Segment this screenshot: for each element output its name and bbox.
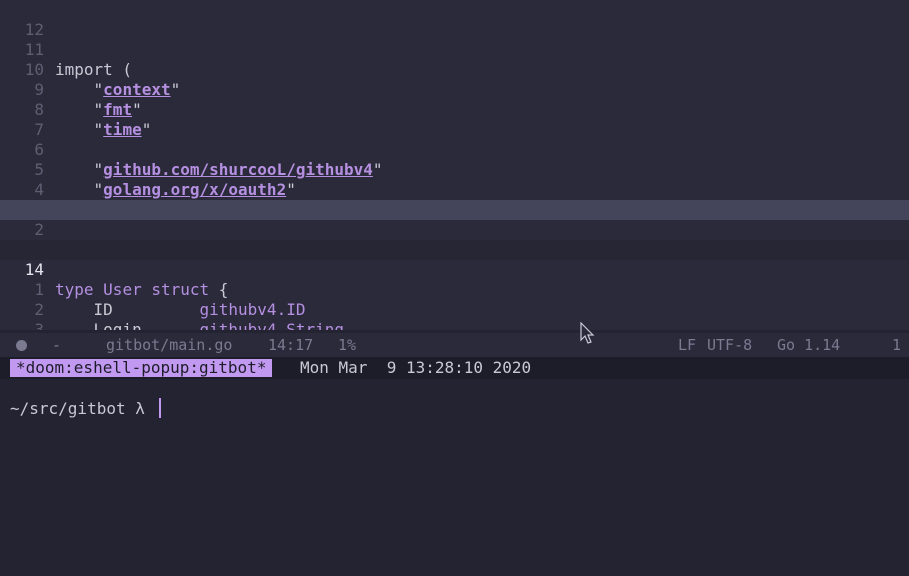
eshell-popup[interactable]: ~/src/gitbot λ xyxy=(0,379,909,576)
cursor-position: 14:17 xyxy=(268,336,314,354)
checker-count: 1 xyxy=(892,336,902,354)
modified-indicator: - xyxy=(52,336,62,354)
code-line: 12 xyxy=(0,0,909,39)
buffer-state-icon xyxy=(16,340,27,351)
buffer-name: *doom:eshell-popup:gitbot* xyxy=(10,359,273,377)
buffer-percent: 1% xyxy=(338,336,357,354)
code-line: 10 "context" xyxy=(0,40,909,99)
code-line: 1 ID githubv4.ID xyxy=(0,260,909,319)
datetime: Mon Mar 9 13:28:10 2020 xyxy=(300,358,532,377)
code-line: 6 "github.com/shurcooL/githubv4" xyxy=(0,120,909,179)
code-editor[interactable]: 12 11 import ( 10 "context" 9 "fmt" 8 "t… xyxy=(0,0,909,330)
eshell-header: *doom:eshell-popup:gitbot* Mon Mar 9 13:… xyxy=(0,357,909,379)
code-line: 11 import ( xyxy=(0,20,909,79)
file-path[interactable]: gitbot/main.go xyxy=(106,333,232,357)
code-line: 1 xyxy=(0,220,909,259)
code-line: 4 CreatedAt githubv4.DateTime xyxy=(0,320,909,330)
shell-prompt: ~/src/gitbot λ xyxy=(10,399,145,418)
code-line: 3 xyxy=(0,180,909,219)
code-line: 7 xyxy=(0,100,909,139)
code-line: 4 ) xyxy=(0,160,909,219)
code-line: 9 "fmt" xyxy=(0,60,909,119)
highlighted-line: 2 const token = ".......................… xyxy=(0,200,909,259)
mouse-pointer-icon xyxy=(580,322,595,344)
text-cursor xyxy=(159,398,161,418)
encoding[interactable]: UTF-8 xyxy=(707,333,752,357)
code-line: 8 "time" xyxy=(0,80,909,139)
eol-type[interactable]: LF xyxy=(678,333,696,357)
code-line: 3 Email githubv4.String xyxy=(0,300,909,330)
major-mode[interactable]: Go 1.14 xyxy=(777,333,840,357)
code-line: 2 Login githubv4.String xyxy=(0,280,909,330)
code-line: 5 "golang.org/x/oauth2" xyxy=(0,140,909,199)
current-line: 14 type User struct { xyxy=(0,240,909,299)
modeline: - gitbot/main.go 14:17 1% LF UTF-8 Go 1.… xyxy=(0,333,909,379)
